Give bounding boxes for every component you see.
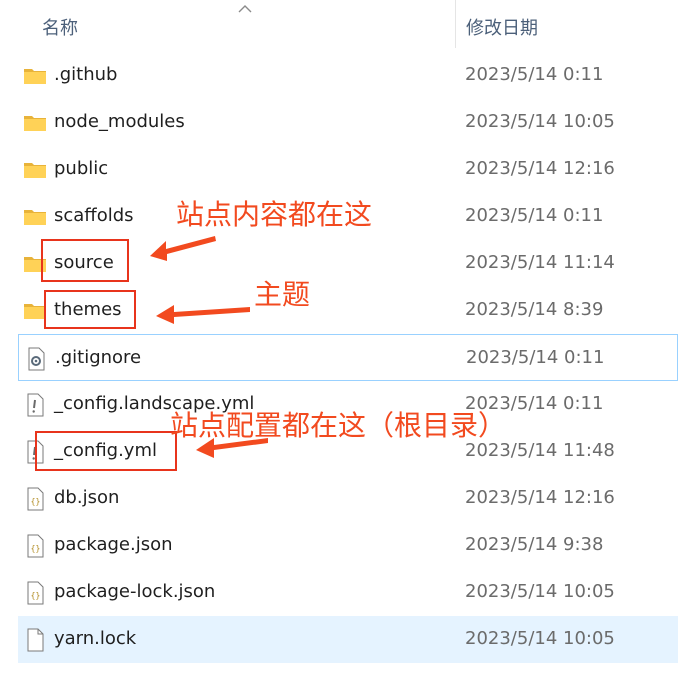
- config-highlight-box: [35, 431, 177, 471]
- file-date: 2023/5/14 11:48: [465, 440, 615, 461]
- settings-file-icon: [28, 347, 45, 371]
- file-row-package-lock-json[interactable]: {} package-lock.json 2023/5/14 10:05: [18, 569, 678, 616]
- config-annotation: 站点配置都在这（根目录）: [170, 409, 507, 442]
- file-name: package.json: [54, 534, 173, 555]
- svg-text:{}: {}: [31, 591, 41, 600]
- blank-file-icon: [27, 628, 44, 652]
- file-name: .gitignore: [55, 347, 142, 368]
- folder-icon: [24, 116, 46, 131]
- file-name: node_modules: [54, 111, 185, 132]
- sort-ascending-icon: [238, 5, 252, 13]
- file-date: 2023/5/14 11:14: [465, 252, 615, 273]
- file-date: 2023/5/14 0:11: [465, 64, 604, 85]
- folder-icon: [24, 69, 46, 84]
- file-name: package-lock.json: [54, 581, 216, 602]
- date-modified-column-header[interactable]: 修改日期: [466, 14, 538, 40]
- file-row-public[interactable]: public 2023/5/14 12:16: [18, 146, 678, 193]
- json-file-icon: {}: [27, 487, 44, 511]
- source-highlight-box: [41, 239, 129, 282]
- file-date: 2023/5/14 0:11: [465, 205, 604, 226]
- svg-text:{}: {}: [31, 544, 41, 553]
- file-name: yarn.lock: [54, 628, 137, 649]
- folder-icon: [24, 210, 46, 225]
- column-divider[interactable]: [455, 0, 456, 48]
- file-row-github[interactable]: .github 2023/5/14 0:11: [18, 52, 678, 99]
- file-row-db-json[interactable]: {} db.json 2023/5/14 12:16: [18, 475, 678, 522]
- file-name: db.json: [54, 487, 120, 508]
- file-date: 2023/5/14 10:05: [465, 628, 615, 649]
- folder-icon: [24, 163, 46, 178]
- json-file-icon: {}: [27, 534, 44, 558]
- file-name: .github: [54, 64, 118, 85]
- file-row-gitignore[interactable]: .gitignore 2023/5/14 0:11: [18, 334, 678, 381]
- json-file-icon: {}: [27, 581, 44, 605]
- source-annotation: 站点内容都在这: [176, 198, 373, 231]
- file-name: public: [54, 158, 109, 179]
- file-name: scaffolds: [54, 205, 134, 226]
- file-date: 2023/5/14 0:11: [466, 347, 605, 368]
- yml-file-icon: [27, 393, 44, 417]
- file-date: 2023/5/14 8:39: [465, 299, 604, 320]
- svg-text:{}: {}: [31, 497, 41, 506]
- file-date: 2023/5/14 10:05: [465, 581, 615, 602]
- file-date: 2023/5/14 9:38: [465, 534, 604, 555]
- file-row-yarn-lock[interactable]: yarn.lock 2023/5/14 10:05: [18, 616, 678, 663]
- themes-highlight-box: [44, 290, 136, 329]
- file-date: 2023/5/14 12:16: [465, 158, 615, 179]
- name-column-header[interactable]: 名称: [42, 14, 78, 40]
- themes-annotation: 主题: [254, 278, 311, 311]
- file-row-package-json[interactable]: {} package.json 2023/5/14 9:38: [18, 522, 678, 569]
- file-row-node-modules[interactable]: node_modules 2023/5/14 10:05: [18, 99, 678, 146]
- file-date: 2023/5/14 10:05: [465, 111, 615, 132]
- column-header-bar: 名称 修改日期: [0, 0, 678, 52]
- file-date: 2023/5/14 12:16: [465, 487, 615, 508]
